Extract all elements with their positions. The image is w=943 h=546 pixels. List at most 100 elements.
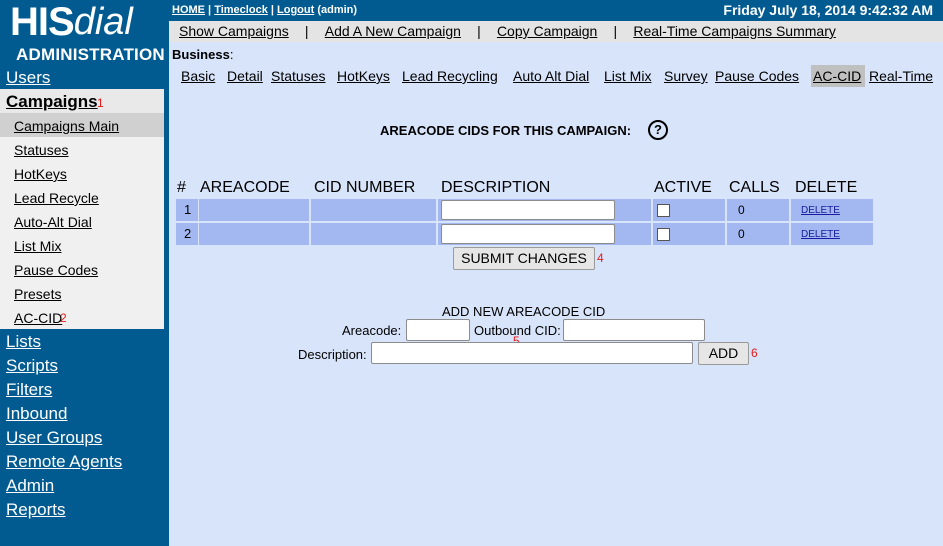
- nav-lists[interactable]: Lists: [6, 332, 41, 352]
- cell-calls: [727, 199, 789, 221]
- submenu-lead-recycle[interactable]: Lead Recycle: [0, 185, 164, 209]
- col-calls: CALLS: [729, 179, 780, 196]
- cell-calls: [727, 223, 789, 245]
- nav-admin[interactable]: Admin: [6, 476, 54, 496]
- calls-value: 0: [738, 203, 745, 217]
- submenu-label: Pause Codes: [14, 262, 99, 278]
- description-input[interactable]: [441, 224, 615, 244]
- areacode-input[interactable]: [406, 319, 470, 341]
- submit-changes-button[interactable]: SUBMIT CHANGES: [453, 247, 595, 270]
- submenu-label: AC-CID: [14, 310, 63, 326]
- timeclock-link[interactable]: Timeclock: [214, 4, 268, 16]
- logo-main-text: HIS: [10, 0, 75, 44]
- cell-areacode: [199, 199, 309, 221]
- submenu-list-mix[interactable]: List Mix: [0, 233, 164, 257]
- active-checkbox[interactable]: [657, 204, 670, 217]
- business-label: Business:: [172, 47, 233, 62]
- section-heading: AREACODE CIDS FOR THIS CAMPAIGN:: [380, 123, 632, 138]
- nav-campaigns[interactable]: Campaigns 1: [0, 89, 164, 113]
- add-campaign-link[interactable]: Add A New Campaign: [325, 23, 461, 39]
- annotation-marker-2: 2: [60, 311, 67, 325]
- copy-campaign-link[interactable]: Copy Campaign: [497, 23, 597, 39]
- main-content: Business: Basic Detail Statuses HotKeys …: [169, 42, 943, 546]
- tab-survey[interactable]: Survey: [664, 68, 708, 84]
- tab-real-time[interactable]: Real-Time: [869, 68, 933, 84]
- admin-subtitle: ADMINISTRATION: [16, 45, 165, 64]
- separator: |: [304, 23, 309, 39]
- nav-inbound[interactable]: Inbound: [6, 404, 67, 424]
- cell-num: 2: [176, 223, 198, 245]
- calls-value: 0: [738, 227, 745, 241]
- nav-users[interactable]: Users: [6, 68, 50, 88]
- submenu-presets[interactable]: Presets: [0, 281, 164, 305]
- add-form-title: ADD NEW AREACODE CID: [442, 304, 606, 319]
- annotation-marker-4: 4: [597, 251, 604, 265]
- tab-lead-recycling[interactable]: Lead Recycling: [402, 68, 498, 84]
- home-link[interactable]: HOME: [172, 4, 205, 16]
- tab-list-mix[interactable]: List Mix: [604, 68, 651, 84]
- areacode-label: Areacode:: [342, 323, 402, 338]
- top-bar: HOME | Timeclock | Logout (admin) Friday…: [169, 0, 943, 21]
- cell-num: 1: [176, 199, 198, 221]
- nav-filters[interactable]: Filters: [6, 380, 52, 400]
- col-cid-number: CID NUMBER: [314, 179, 416, 196]
- delete-link[interactable]: DELETE: [801, 205, 840, 216]
- submenu-statuses[interactable]: Statuses: [0, 137, 164, 161]
- campaigns-submenu: Campaigns Main Statuses HotKeys Lead Rec…: [0, 113, 164, 329]
- annotation-marker-6: 6: [751, 346, 758, 360]
- col-areacode: AREACODE: [200, 179, 290, 196]
- submenu-label: HotKeys: [14, 166, 67, 182]
- submenu-label: Campaigns Main: [14, 118, 120, 134]
- cell-cid: [311, 199, 436, 221]
- submenu-ac-cid[interactable]: AC-CID 2: [0, 305, 164, 329]
- business-colon: :: [229, 47, 234, 62]
- tab-statuses[interactable]: Statuses: [271, 68, 325, 84]
- business-label-text: Business: [172, 47, 230, 62]
- tab-basic[interactable]: Basic: [181, 68, 215, 84]
- submenu-campaigns-main[interactable]: Campaigns Main: [0, 113, 164, 137]
- brand-logo: HISdial: [10, 0, 160, 44]
- submenu-label: List Mix: [14, 238, 62, 254]
- submenu-auto-alt-dial[interactable]: Auto-Alt Dial: [0, 209, 164, 233]
- tab-ac-cid[interactable]: AC-CID: [811, 65, 866, 87]
- annotation-marker-1: 1: [97, 96, 104, 110]
- row-number: 1: [184, 202, 192, 217]
- submenu-pause-codes[interactable]: Pause Codes: [0, 257, 164, 281]
- campaign-tabs: Basic Detail Statuses HotKeys Lead Recyc…: [169, 64, 943, 87]
- cell-areacode: [199, 223, 309, 245]
- logout-link[interactable]: Logout: [277, 4, 314, 16]
- nav-reports[interactable]: Reports: [6, 500, 66, 520]
- tab-hotkeys[interactable]: HotKeys: [337, 68, 390, 84]
- new-description-input[interactable]: [371, 342, 693, 364]
- top-links: HOME | Timeclock | Logout (admin): [172, 4, 358, 16]
- col-description: DESCRIPTION: [441, 179, 551, 196]
- campaign-bar: Show Campaigns | Add A New Campaign | Copy C…: [169, 21, 943, 42]
- cell-cid: [311, 223, 436, 245]
- realtime-summary-link[interactable]: Real-Time Campaigns Summary: [633, 23, 836, 39]
- show-campaigns-link[interactable]: Show Campaigns: [179, 23, 289, 39]
- row-number: 2: [184, 226, 192, 241]
- tab-detail[interactable]: Detail: [227, 68, 263, 84]
- add-button[interactable]: ADD: [698, 342, 749, 365]
- table-row: 1 0 DELETE: [176, 199, 873, 221]
- help-icon[interactable]: ?: [648, 120, 668, 140]
- submenu-label: Lead Recycle: [14, 190, 99, 206]
- separator: |: [477, 23, 481, 39]
- delete-link[interactable]: DELETE: [801, 229, 840, 240]
- description-input[interactable]: [441, 200, 615, 220]
- nav-user-groups[interactable]: User Groups: [6, 428, 102, 448]
- submenu-label: Statuses: [14, 142, 69, 158]
- nav-scripts[interactable]: Scripts: [6, 356, 58, 376]
- tab-auto-alt-dial[interactable]: Auto Alt Dial: [513, 68, 589, 84]
- col-num: #: [177, 179, 186, 196]
- outbound-cid-input[interactable]: [563, 319, 705, 341]
- nav-remote-agents[interactable]: Remote Agents: [6, 452, 122, 472]
- user-label: (admin): [317, 4, 358, 16]
- submenu-hotkeys[interactable]: HotKeys: [0, 161, 164, 185]
- submenu-label: Auto-Alt Dial: [14, 214, 92, 230]
- active-checkbox[interactable]: [657, 228, 670, 241]
- tab-pause-codes[interactable]: Pause Codes: [715, 68, 799, 84]
- submenu-label: Presets: [14, 286, 62, 302]
- logo-accent-text: dial: [73, 1, 133, 43]
- separator: |: [613, 23, 618, 39]
